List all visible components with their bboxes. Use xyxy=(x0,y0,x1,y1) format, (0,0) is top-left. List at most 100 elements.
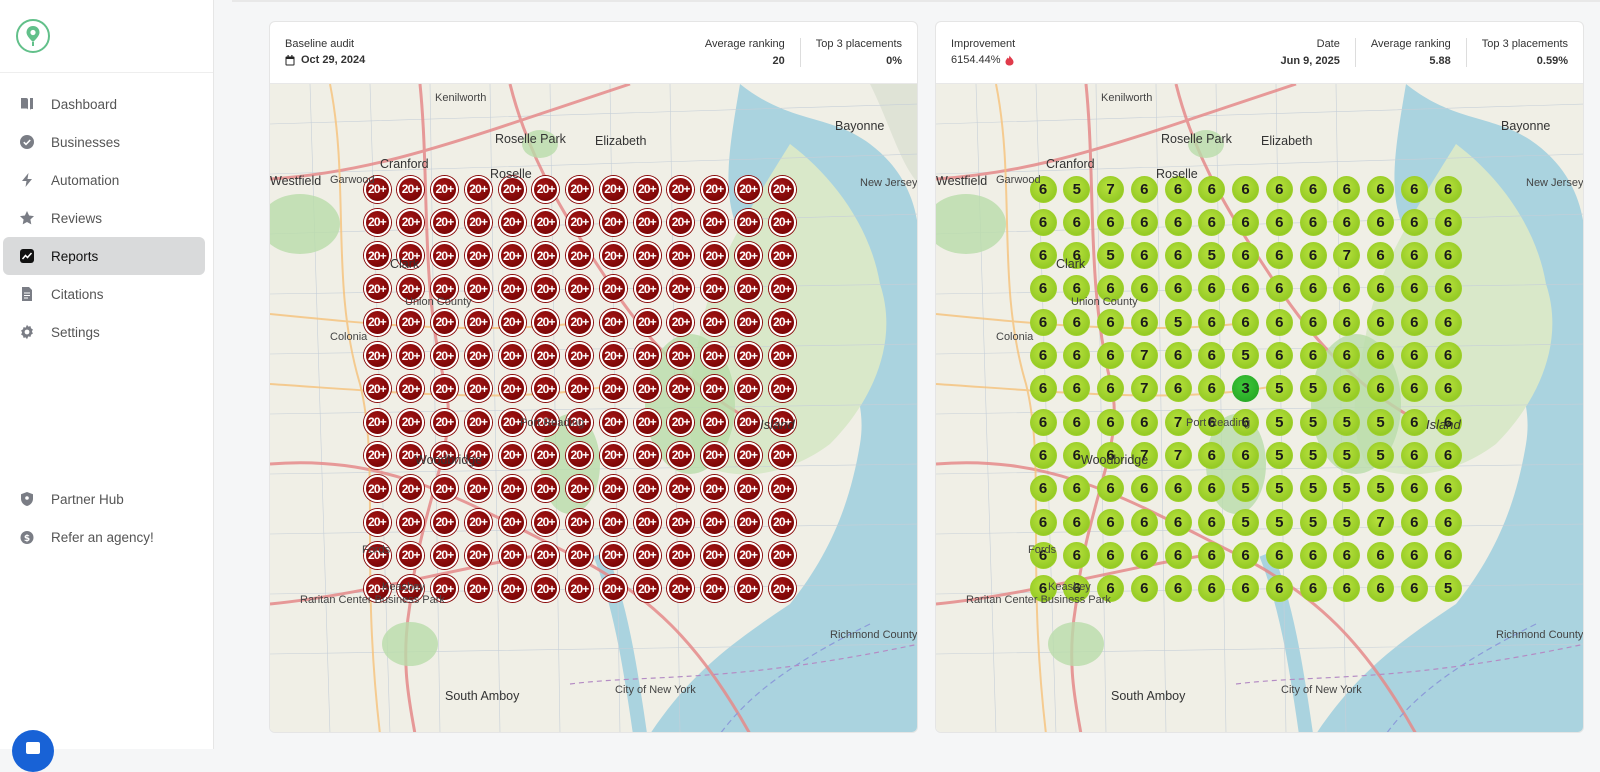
nav-item-reviews[interactable]: Reviews xyxy=(3,199,205,237)
rank-pin[interactable]: 20+ xyxy=(633,508,661,536)
rank-pin[interactable]: 20+ xyxy=(431,275,458,303)
rank-pin[interactable]: 6 xyxy=(1232,242,1259,270)
rank-pin[interactable]: 6 xyxy=(1367,541,1394,569)
rank-pin[interactable]: 20+ xyxy=(397,242,425,270)
rank-pin[interactable]: 6 xyxy=(1198,408,1226,436)
rank-pin[interactable]: 6 xyxy=(1400,575,1428,603)
rank-pin[interactable]: 5 xyxy=(1265,441,1293,469)
nav-item-dashboard[interactable]: Dashboard xyxy=(3,85,205,123)
rank-pin[interactable]: 20+ xyxy=(566,175,593,203)
rank-pin[interactable]: 20+ xyxy=(532,275,560,303)
rank-pin[interactable]: 20+ xyxy=(633,375,661,403)
rank-pin[interactable]: 6 xyxy=(1367,175,1394,203)
rank-pin[interactable]: 6 xyxy=(1029,441,1057,469)
rank-pin[interactable]: 20+ xyxy=(532,242,560,270)
rank-pin[interactable]: 7 xyxy=(1130,375,1158,403)
rank-pin[interactable]: 20+ xyxy=(566,308,593,336)
rank-pin[interactable]: 6 xyxy=(1029,308,1057,336)
rank-pin[interactable]: 20+ xyxy=(599,541,627,569)
rank-pin[interactable]: 6 xyxy=(1333,575,1361,603)
rank-pin[interactable]: 20+ xyxy=(768,208,796,236)
rank-pin[interactable]: 20+ xyxy=(397,208,425,236)
rank-pin[interactable]: 20+ xyxy=(633,208,661,236)
rank-pin[interactable]: 20+ xyxy=(667,275,695,303)
rank-pin[interactable]: 20+ xyxy=(701,275,728,303)
rank-pin[interactable]: 20+ xyxy=(498,475,526,503)
rank-pin[interactable]: 5 xyxy=(1434,575,1462,603)
rank-pin[interactable]: 20+ xyxy=(633,475,661,503)
rank-pin[interactable]: 20+ xyxy=(363,575,391,603)
rank-pin[interactable]: 20+ xyxy=(633,441,661,469)
rank-pin[interactable]: 20+ xyxy=(431,475,458,503)
rank-pin[interactable]: 6 xyxy=(1367,375,1394,403)
rank-pin[interactable]: 6 xyxy=(1367,308,1394,336)
rank-pin[interactable]: 3 xyxy=(1232,375,1259,403)
rank-pin[interactable]: 6 xyxy=(1232,175,1259,203)
rank-pin[interactable]: 20+ xyxy=(701,342,728,369)
rank-pin[interactable]: 20+ xyxy=(599,175,627,203)
rank-pin[interactable]: 6 xyxy=(1333,375,1361,403)
rank-pin[interactable]: 6 xyxy=(1232,408,1259,436)
rank-pin[interactable]: 20+ xyxy=(768,175,796,203)
rank-pin[interactable]: 6 xyxy=(1164,575,1192,603)
rank-pin[interactable]: 6 xyxy=(1265,242,1293,270)
rank-pin[interactable]: 20+ xyxy=(599,375,627,403)
rank-pin[interactable]: 20+ xyxy=(599,575,627,603)
rank-pin[interactable]: 7 xyxy=(1333,242,1361,270)
rank-pin[interactable]: 20+ xyxy=(566,342,593,369)
rank-pin[interactable]: 6 xyxy=(1367,208,1394,236)
rank-pin[interactable]: 6 xyxy=(1400,208,1428,236)
rank-pin[interactable]: 6 xyxy=(1299,175,1327,203)
rank-pin[interactable]: 20+ xyxy=(734,441,762,469)
rank-pin[interactable]: 20+ xyxy=(532,208,560,236)
rank-pin[interactable]: 6 xyxy=(1063,541,1091,569)
rank-pin[interactable]: 20+ xyxy=(464,375,492,403)
app-logo[interactable] xyxy=(16,19,50,53)
rank-pin[interactable]: 20+ xyxy=(464,508,492,536)
rank-pin[interactable]: 6 xyxy=(1434,541,1462,569)
rank-pin[interactable]: 20+ xyxy=(734,408,762,436)
rank-pin[interactable]: 20+ xyxy=(498,375,526,403)
rank-pin[interactable]: 6 xyxy=(1333,275,1361,303)
rank-pin[interactable]: 20+ xyxy=(566,541,593,569)
rank-pin[interactable]: 6 xyxy=(1164,275,1192,303)
rank-pin[interactable]: 20+ xyxy=(667,508,695,536)
rank-pin[interactable]: 6 xyxy=(1029,342,1057,369)
rank-pin[interactable]: 6 xyxy=(1265,208,1293,236)
rank-pin[interactable]: 20+ xyxy=(431,175,458,203)
rank-pin[interactable]: 20+ xyxy=(566,508,593,536)
rank-pin[interactable]: 20+ xyxy=(363,508,391,536)
rank-pin[interactable]: 6 xyxy=(1299,575,1327,603)
rank-pin[interactable]: 20+ xyxy=(633,408,661,436)
rank-pin[interactable]: 20+ xyxy=(734,475,762,503)
rank-pin[interactable]: 20+ xyxy=(498,541,526,569)
rank-pin[interactable]: 20+ xyxy=(498,441,526,469)
rank-pin[interactable]: 6 xyxy=(1198,275,1226,303)
rank-pin[interactable]: 20+ xyxy=(397,375,425,403)
rank-pin[interactable]: 20+ xyxy=(566,208,593,236)
rank-pin[interactable]: 6 xyxy=(1198,575,1226,603)
chat-launcher-button[interactable] xyxy=(12,730,54,772)
rank-pin[interactable]: 20+ xyxy=(734,308,762,336)
rank-pin[interactable]: 20+ xyxy=(363,541,391,569)
rank-pin[interactable]: 5 xyxy=(1367,441,1394,469)
rank-pin[interactable]: 6 xyxy=(1400,441,1428,469)
rank-pin[interactable]: 20+ xyxy=(363,308,391,336)
rank-pin[interactable]: 20+ xyxy=(532,475,560,503)
rank-pin[interactable]: 6 xyxy=(1029,541,1057,569)
rank-pin[interactable]: 5 xyxy=(1265,475,1293,503)
rank-pin[interactable]: 20+ xyxy=(599,508,627,536)
rank-pin[interactable]: 20+ xyxy=(566,242,593,270)
rank-pin[interactable]: 20+ xyxy=(397,575,425,603)
rank-pin[interactable]: 20+ xyxy=(566,275,593,303)
rank-pin[interactable]: 6 xyxy=(1164,175,1192,203)
rank-pin[interactable]: 20+ xyxy=(431,541,458,569)
rank-pin[interactable]: 20+ xyxy=(498,275,526,303)
rank-pin[interactable]: 20+ xyxy=(532,441,560,469)
rank-pin[interactable]: 20+ xyxy=(734,541,762,569)
rank-pin[interactable]: 20+ xyxy=(667,541,695,569)
rank-pin[interactable]: 20+ xyxy=(498,408,526,436)
rank-pin[interactable]: 20+ xyxy=(363,375,391,403)
rank-pin[interactable]: 20+ xyxy=(431,408,458,436)
rank-pin[interactable]: 6 xyxy=(1198,441,1226,469)
